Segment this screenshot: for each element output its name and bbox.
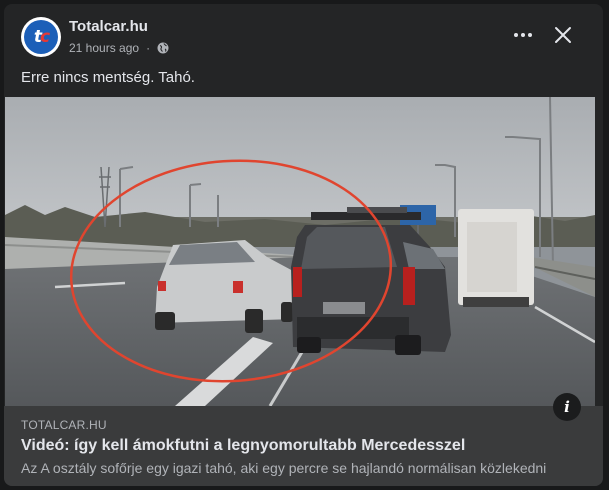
post-header: tc Totalcar.hu 21 hours ago · bbox=[4, 4, 603, 66]
meta-separator: · bbox=[146, 41, 151, 55]
more-options-button[interactable] bbox=[509, 21, 537, 49]
link-preview-image[interactable] bbox=[5, 97, 595, 406]
post-meta: 21 hours ago · bbox=[69, 41, 169, 55]
totalcar-logo: tc bbox=[24, 20, 58, 54]
more-icon-dot bbox=[514, 33, 518, 37]
more-icon-dot bbox=[528, 33, 532, 37]
link-description: Az A osztály sofőrje egy igazi tahó, aki… bbox=[21, 460, 547, 476]
globe-icon[interactable] bbox=[157, 42, 169, 54]
page-name[interactable]: Totalcar.hu bbox=[69, 18, 148, 35]
post-card: tc Totalcar.hu 21 hours ago · Erre nincs… bbox=[4, 4, 603, 486]
avatar[interactable]: tc bbox=[21, 17, 61, 57]
logo-letter-c: c bbox=[40, 27, 50, 47]
link-title[interactable]: Videó: így kell ámokfutni a legnyomorult… bbox=[21, 437, 465, 455]
close-icon[interactable] bbox=[549, 21, 577, 49]
dashcam-image bbox=[5, 97, 595, 406]
post-text: Erre nincs mentség. Tahó. bbox=[21, 69, 195, 86]
link-info-panel[interactable]: TOTALCAR.HU Videó: így kell ámokfutni a … bbox=[4, 406, 603, 486]
timestamp[interactable]: 21 hours ago bbox=[69, 41, 139, 55]
more-icon-dot bbox=[521, 33, 525, 37]
info-icon[interactable]: i bbox=[553, 393, 581, 421]
link-domain: TOTALCAR.HU bbox=[21, 418, 107, 432]
